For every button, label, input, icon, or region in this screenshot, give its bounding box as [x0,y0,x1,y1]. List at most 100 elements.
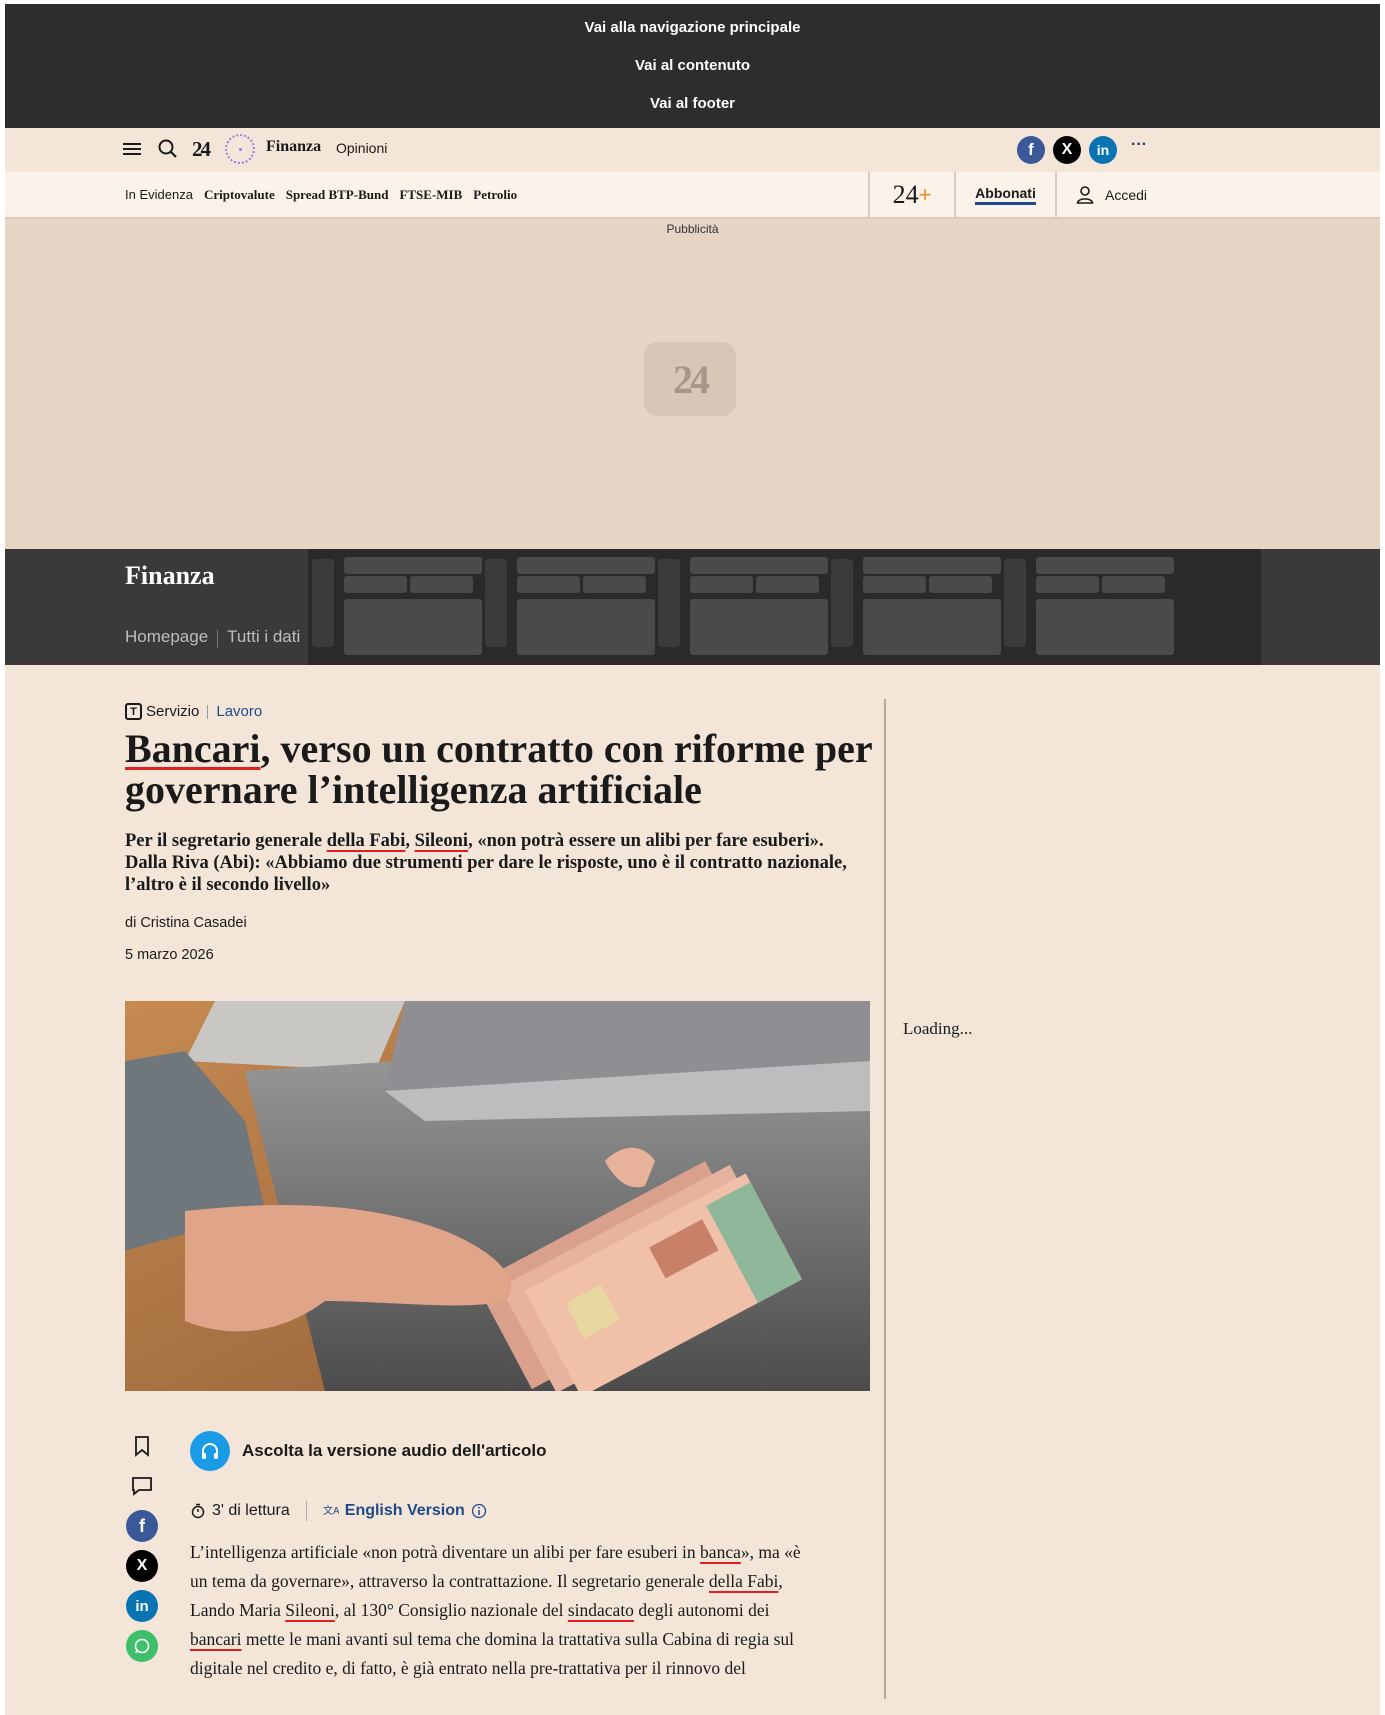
plus24-button[interactable]: 24 + [868,172,954,218]
menu-icon[interactable] [121,140,143,163]
subscribe-button[interactable]: Abbonati [954,172,1055,218]
reading-info: 3' di lettura 文A English Version [190,1501,487,1521]
topbar-section[interactable]: Finanza [266,138,321,156]
ticker-skeleton-bar [517,576,580,593]
publish-date: 5 marzo 2026 [125,947,214,963]
x-share-side-icon[interactable]: X [125,1549,159,1583]
ad-placeholder-logo: 24 [644,342,736,416]
plus24-logo: 24 [892,180,919,209]
article-title: Bancari, verso un contratto con riforme … [125,728,885,810]
body-link-sileoni[interactable]: Sileoni [285,1600,335,1620]
advertisement: Pubblicità 24 [5,219,1380,549]
skip-links-bar: Vai alla navigazione principale Vai al c… [5,4,1380,128]
nav-bar: In Evidenza Criptovalute Spread BTP-Bund… [5,172,1380,219]
nav-link-spread[interactable]: Spread BTP-Bund [286,187,389,203]
x-share-icon[interactable]: X [1053,136,1081,164]
plus-sign: + [918,182,932,207]
topbar-subsection[interactable]: Opinioni [336,140,387,156]
nav-link-petrolio[interactable]: Petrolio [473,187,517,203]
ticker-skeleton-bar [344,599,482,655]
linkedin-share-side-icon[interactable]: in [125,1589,159,1623]
ticker-skeleton-bar [1102,576,1165,593]
body-text: mette le mani avanti sul tema che domina… [190,1629,795,1678]
ticker-skeleton-side [485,559,507,647]
ticker-skeleton-bar [344,576,407,593]
market-ticker[interactable] [308,549,1261,665]
byline: di Cristina Casadei [125,915,247,931]
body-link-fabi[interactable]: della Fabi [709,1571,779,1591]
linkedin-share-icon[interactable]: in [1089,136,1117,164]
nav-link-ftse-mib[interactable]: FTSE-MIB [399,187,462,203]
body-text: , al 130° Consiglio nazionale del [334,1600,568,1620]
comment-icon[interactable] [125,1469,159,1503]
ticker-skeleton-bar [863,576,926,593]
ticker-skeleton-side [658,559,680,647]
nav-links: In Evidenza Criptovalute Spread BTP-Bund… [125,172,517,217]
login-button[interactable]: Accedi [1055,172,1165,218]
audio-player[interactable]: Ascolta la versione audio dell'articolo [190,1431,546,1471]
meta-divider [207,704,209,719]
skip-to-content-link[interactable]: Vai al contenuto [635,52,750,90]
ticker-skeleton-bar [690,557,828,574]
article-summary: Per il segretario generale della Fabi, S… [125,830,865,896]
ticker-skeleton-bar [863,599,1001,655]
svg-text:文A: 文A [323,1504,339,1517]
more-icon[interactable]: ··· [1131,136,1147,154]
bookmark-icon[interactable] [125,1429,159,1463]
ai-assistant-icon[interactable] [225,134,255,164]
ticker-skeleton-bar [756,576,819,593]
body-link-banca[interactable]: banca [700,1542,741,1562]
ticker-skeleton-bar [1036,599,1174,655]
page: Vai alla navigazione principale Vai al c… [5,4,1380,1715]
article-type: Servizio [146,703,200,720]
section-link-homepage[interactable]: Homepage [125,627,208,648]
summary-text: , [405,831,415,851]
ticker-skeleton-bar [690,599,828,655]
login-label: Accedi [1104,187,1148,203]
ticker-skeleton-bar [690,576,753,593]
ticker-skeleton-bar [583,576,646,593]
skip-to-footer-link[interactable]: Vai al footer [650,90,735,128]
body-link-sindacato[interactable]: sindacato [568,1600,634,1620]
facebook-share-side-icon[interactable]: f [125,1509,159,1543]
ticker-skeleton-bar [863,557,1001,574]
article-photo [125,1001,870,1391]
ticker-skeleton-bar [929,576,992,593]
article-category[interactable]: Lavoro [216,703,262,720]
article-body: L’intelligenza artificiale «non potrà di… [190,1538,810,1683]
nav-link-criptovalute[interactable]: Criptovalute [204,187,275,203]
summary-link-sileoni[interactable]: Sileoni [415,831,468,851]
nav-link-in-evidenza[interactable]: In Evidenza [125,187,193,202]
column-divider [884,699,886,1699]
service-icon: T [125,703,142,720]
english-version-link[interactable]: English Version [345,1502,465,1520]
section-title[interactable]: Finanza [125,561,215,591]
article-meta: T Servizio Lavoro [125,703,262,720]
ticker-skeleton-side [1004,559,1026,647]
section-links: Homepage Tutti i dati [125,627,313,648]
stopwatch-icon [191,1503,205,1519]
ticker-skeleton-side [831,559,853,647]
section-link-divider [217,630,219,648]
ad-label: Pubblicità [666,222,719,236]
ticker-skeleton-bar [1036,576,1099,593]
ticker-skeleton-bar [517,599,655,655]
reading-time: 3' di lettura [212,1502,290,1519]
body-link-bancari[interactable]: bancari [190,1629,242,1649]
headphones-icon[interactable] [190,1431,230,1471]
sole24ore-logo[interactable]: 24 [192,137,211,162]
info-icon[interactable] [471,1503,487,1519]
section-link-tutti-i-dati[interactable]: Tutti i dati [227,627,300,648]
facebook-share-icon[interactable]: f [1017,136,1045,164]
search-icon[interactable] [157,138,179,165]
user-icon [1076,186,1094,204]
ticker-skeleton-bar [517,557,655,574]
audio-label: Ascolta la versione audio dell'articolo [242,1441,547,1460]
skip-to-nav-link[interactable]: Vai alla navigazione principale [585,14,801,52]
summary-link-fabi[interactable]: della Fabi [327,831,406,851]
title-link-bancari[interactable]: Bancari [125,726,261,771]
body-text: L’intelligenza artificiale «non potrà di… [190,1542,701,1562]
sidebar-loading: Loading... [903,1019,973,1038]
whatsapp-share-icon[interactable] [125,1629,159,1663]
ticker-skeleton-bar [1036,557,1174,574]
